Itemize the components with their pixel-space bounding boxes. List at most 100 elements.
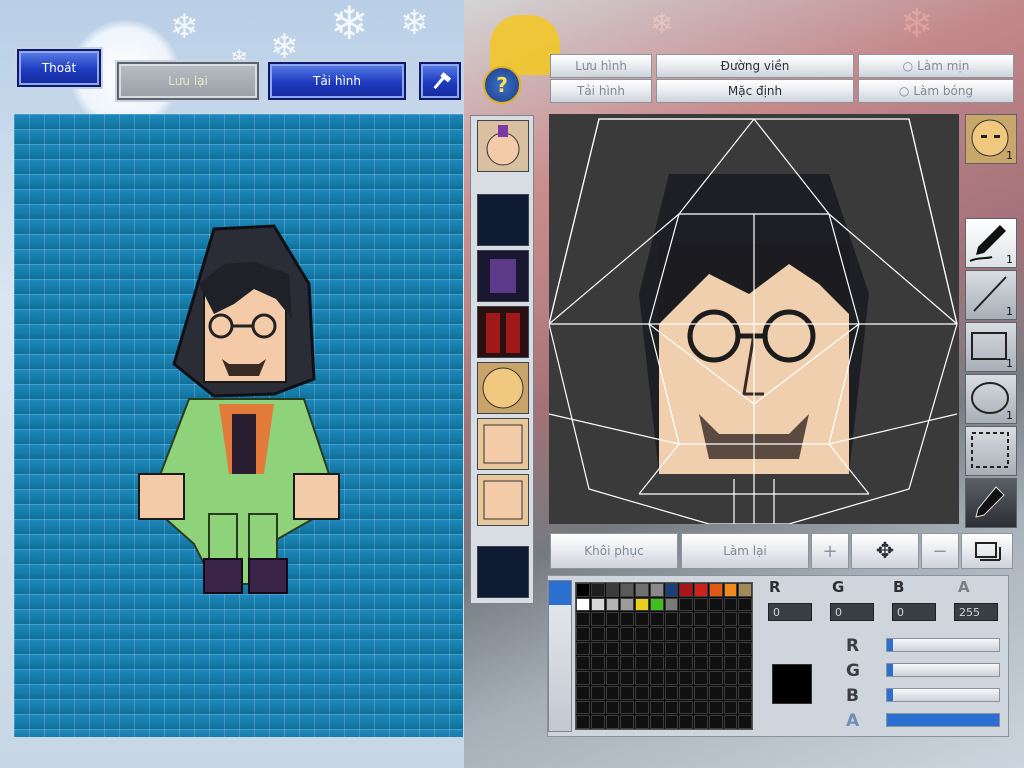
reload-image-button[interactable]: Tải hình [268,62,406,100]
palette-swatch[interactable] [694,656,708,671]
palette-swatch[interactable] [590,597,605,612]
palette-swatch[interactable] [708,715,723,729]
eyedropper-tool[interactable] [965,478,1017,528]
face-part-selector[interactable]: 1 [965,114,1017,164]
palette-swatch[interactable] [635,583,649,597]
palette-swatch[interactable] [590,656,605,671]
selection-tool[interactable] [965,426,1017,476]
palette-swatch[interactable] [723,685,738,700]
palette-swatch[interactable] [694,671,708,685]
part-body-thumbnail[interactable] [477,250,529,302]
palette-swatch[interactable] [620,627,634,641]
palette-swatch[interactable] [738,671,752,685]
palette-swatch[interactable] [635,685,649,700]
palette-swatch[interactable] [694,583,708,597]
palette-swatch[interactable] [649,715,664,729]
palette-swatch[interactable] [708,700,723,715]
palette-swatch[interactable] [649,612,664,627]
palette-swatch[interactable] [664,685,679,700]
palette-swatch[interactable] [635,671,649,685]
palette-swatch[interactable] [738,715,752,729]
palette-swatch[interactable] [605,583,620,597]
palette-swatch[interactable] [576,597,590,612]
rectangle-tool[interactable]: 1 [965,322,1017,372]
palette-swatch[interactable] [723,700,738,715]
part-face-plain-thumbnail[interactable] [477,418,529,470]
palette-swatch[interactable] [679,627,693,641]
palette-swatch[interactable] [620,612,634,627]
palette-swatch[interactable] [649,700,664,715]
palette-swatch[interactable] [738,627,752,641]
palette-tab-active[interactable] [549,581,571,605]
palette-swatch[interactable] [590,627,605,641]
r-value-input[interactable]: 0 [768,603,812,621]
palette-swatch[interactable] [649,641,664,656]
palette-swatch[interactable] [590,583,605,597]
line-tool[interactable]: 1 [965,270,1017,320]
palette-swatch[interactable] [620,700,634,715]
palette-swatch[interactable] [694,597,708,612]
palette-swatch[interactable] [679,715,693,729]
palette-swatch[interactable] [576,627,590,641]
hammer-button[interactable] [419,62,461,100]
palette-swatch[interactable] [664,612,679,627]
palette-swatch[interactable] [590,685,605,700]
palette-swatch[interactable] [576,641,590,656]
a-slider[interactable] [886,713,1000,727]
palette-swatch[interactable] [708,671,723,685]
part-face-smile-thumbnail[interactable] [477,474,529,526]
restore-button[interactable]: Khôi phục [550,533,678,569]
zoom-out-button[interactable]: − [921,533,959,569]
part-slot-empty[interactable] [477,546,529,598]
palette-swatch[interactable] [738,685,752,700]
palette-swatch[interactable] [708,656,723,671]
palette-swatch[interactable] [620,583,634,597]
palette-swatch[interactable] [708,612,723,627]
palette-swatch-grid[interactable] [575,582,753,730]
palette-swatch[interactable] [694,700,708,715]
palette-swatch[interactable] [723,627,738,641]
palette-swatch[interactable] [723,715,738,729]
character-preview-canvas[interactable] [14,114,463,737]
palette-swatch[interactable] [590,700,605,715]
layer-button[interactable] [961,533,1013,569]
palette-swatch[interactable] [723,656,738,671]
palette-swatch[interactable] [620,685,634,700]
redo-button[interactable]: Làm lại [681,533,809,569]
save-image-button[interactable]: Lưu hình [550,54,652,78]
palette-swatch[interactable] [694,685,708,700]
palette-swatch[interactable] [576,685,590,700]
palette-swatch[interactable] [694,627,708,641]
palette-swatch[interactable] [649,656,664,671]
palette-swatch[interactable] [694,641,708,656]
palette-swatch[interactable] [738,597,752,612]
zoom-in-button[interactable]: + [811,533,849,569]
part-legs-thumbnail[interactable] [477,306,529,358]
palette-swatch[interactable] [664,700,679,715]
load-image-button[interactable]: Tải hình [550,79,652,103]
palette-swatch[interactable] [738,656,752,671]
palette-swatch[interactable] [590,641,605,656]
ellipse-tool[interactable]: 1 [965,374,1017,424]
help-icon[interactable]: ? [483,66,521,104]
part-slot-empty[interactable] [477,194,529,246]
palette-swatch[interactable] [590,671,605,685]
exit-button[interactable]: Thoát [17,49,101,87]
palette-swatch[interactable] [664,627,679,641]
outline-button[interactable]: Đường viền [656,54,854,78]
palette-swatch[interactable] [664,583,679,597]
palette-swatch[interactable] [635,641,649,656]
palette-swatch[interactable] [576,612,590,627]
palette-swatch[interactable] [590,715,605,729]
palette-swatch[interactable] [708,627,723,641]
palette-swatch[interactable] [590,612,605,627]
palette-swatch[interactable] [723,641,738,656]
move-button[interactable]: ✥ [851,533,919,569]
palette-swatch[interactable] [605,715,620,729]
palette-swatch[interactable] [605,700,620,715]
palette-swatch[interactable] [635,612,649,627]
palette-swatch[interactable] [738,583,752,597]
palette-swatch[interactable] [620,671,634,685]
palette-swatch[interactable] [605,597,620,612]
r-slider[interactable] [886,638,1000,652]
